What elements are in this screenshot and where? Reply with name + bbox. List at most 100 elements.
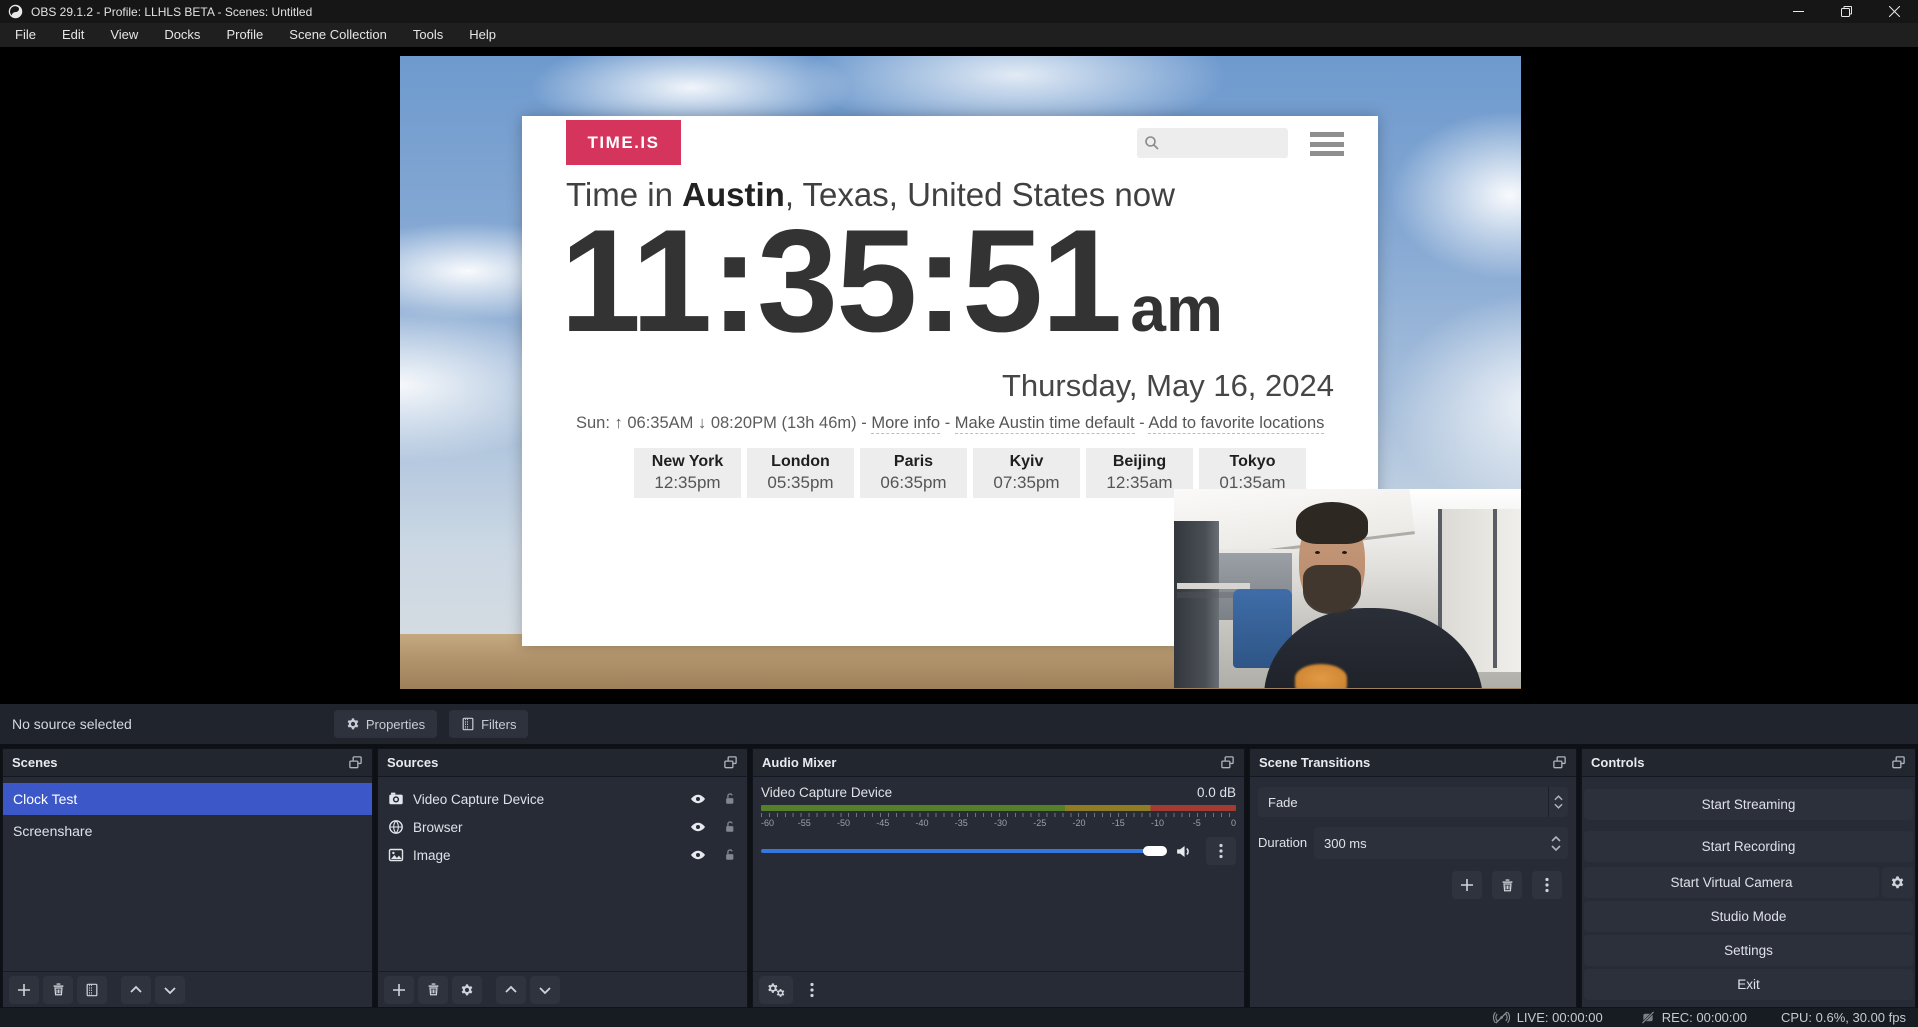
minimize-icon[interactable] [1774,0,1822,23]
source-properties-button[interactable] [452,976,482,1004]
restore-icon[interactable] [1822,0,1870,23]
webcam-person-eye [1315,551,1320,554]
scenes-header: Scenes [3,749,372,777]
exit-button[interactable]: Exit [1584,969,1913,1000]
menu-profile[interactable]: Profile [213,23,276,47]
filters-button[interactable]: Filters [449,710,528,738]
transition-properties-button[interactable] [1532,871,1562,899]
scene-item[interactable]: Screenshare [3,815,372,847]
add-favorite-link[interactable]: Add to favorite locations [1148,414,1324,434]
selection-status: No source selected [12,716,132,732]
trash-icon [426,982,441,997]
window-controls [1774,0,1918,23]
mixer-header: Audio Mixer [753,749,1244,777]
city-tile[interactable]: Paris06:35pm [860,448,967,498]
menu-scene-collection[interactable]: Scene Collection [276,23,400,47]
webcam-foreground-object [1295,664,1347,688]
remove-scene-button[interactable] [43,976,73,1004]
chevron-up-icon [129,983,143,997]
source-down-button[interactable] [530,976,560,1004]
start-streaming-button[interactable]: Start Streaming [1584,789,1913,820]
advanced-audio-button[interactable] [759,976,793,1004]
settings-button[interactable]: Settings [1584,935,1913,966]
menu-tools[interactable]: Tools [400,23,456,47]
unlock-icon[interactable] [723,792,737,806]
transition-select-arrows[interactable] [1548,787,1568,817]
gear-icon [460,983,474,997]
webcam-window-frame [1493,509,1497,668]
scene-up-button[interactable] [121,976,151,1004]
menu-edit[interactable]: Edit [49,23,97,47]
add-transition-button[interactable] [1452,871,1482,899]
speaker-icon[interactable] [1175,843,1192,860]
source-up-button[interactable] [496,976,526,1004]
more-info-link[interactable]: More info [871,414,940,434]
close-icon[interactable] [1870,0,1918,23]
webcam-overlay[interactable] [1174,489,1521,688]
mixer-menu-button[interactable] [797,976,827,1004]
meter-scale: -60-55-50-45-40-35-30-25-20-15-10-50 [761,818,1236,828]
controls-header: Controls [1582,749,1915,777]
properties-button[interactable]: Properties [334,710,437,738]
transition-select[interactable]: Fade [1258,787,1568,817]
volume-meter [761,805,1236,811]
city-tile[interactable]: Kyiv07:35pm [973,448,1080,498]
program-video: TIME.IS Time in Austin, Texas, United St… [400,56,1521,689]
scene-filters-button[interactable] [77,976,107,1004]
source-item[interactable]: Video Capture Device [378,785,747,813]
popout-icon[interactable] [1552,755,1567,770]
sources-header: Sources [378,749,747,777]
menu-file[interactable]: File [2,23,49,47]
volume-slider-handle[interactable] [1143,846,1167,856]
popout-icon[interactable] [348,755,363,770]
timeis-clock: 11:35:51 am [560,204,1223,357]
cpu-fps-status: CPU: 0.6%, 30.00 fps [1781,1010,1906,1025]
remove-transition-button[interactable] [1492,871,1522,899]
eye-icon[interactable] [690,847,706,863]
filters-icon [461,717,475,731]
mixer-options-button[interactable] [1206,837,1236,865]
scene-list: Clock Test Screenshare [3,777,372,847]
search-input[interactable] [1137,128,1288,158]
add-scene-button[interactable] [9,976,39,1004]
eye-icon[interactable] [690,791,706,807]
timeis-logo: TIME.IS [566,120,681,165]
popout-icon[interactable] [723,755,738,770]
source-item[interactable]: Browser [378,813,747,841]
city-tile[interactable]: New York12:35pm [634,448,741,498]
unlock-icon[interactable] [723,848,737,862]
start-recording-button[interactable]: Start Recording [1584,831,1913,862]
obs-window: OBS 29.1.2 - Profile: LLHLS BETA - Scene… [0,0,1918,1027]
virtual-camera-settings-button[interactable] [1882,867,1913,898]
scene-down-button[interactable] [155,976,185,1004]
obs-logo-icon [8,4,23,19]
gears-icon [767,982,785,997]
popout-icon[interactable] [1891,755,1906,770]
menu-docks[interactable]: Docks [151,23,213,47]
menu-view[interactable]: View [97,23,151,47]
volume-slider[interactable] [761,849,1165,853]
sun-info-line: Sun: ↑ 06:35AM ↓ 08:20PM (13h 46m) - Mor… [576,414,1324,433]
hamburger-icon[interactable] [1310,132,1344,156]
eye-icon[interactable] [690,819,706,835]
scenes-footer [3,971,372,1007]
unlock-icon[interactable] [723,820,737,834]
source-item[interactable]: Image [378,841,747,869]
add-source-button[interactable] [384,976,414,1004]
city-tile[interactable]: London05:35pm [747,448,854,498]
duration-input[interactable]: 300 ms [1314,827,1568,859]
remove-source-button[interactable] [418,976,448,1004]
start-virtual-camera-button[interactable]: Start Virtual Camera [1584,867,1879,898]
preview-canvas[interactable]: TIME.IS Time in Austin, Texas, United St… [0,47,1918,704]
scene-item[interactable]: Clock Test [3,783,372,815]
meter-tickmarks [761,813,1236,817]
duration-spinner[interactable] [1544,836,1568,851]
popout-icon[interactable] [1220,755,1235,770]
menu-help[interactable]: Help [456,23,509,47]
studio-mode-button[interactable]: Studio Mode [1584,901,1913,932]
rec-time: REC: 00:00:00 [1662,1010,1747,1025]
timeis-date: Thursday, May 16, 2024 [1002,368,1334,404]
webcam-person-eye [1342,551,1347,554]
make-default-link[interactable]: Make Austin time default [955,414,1135,434]
search-icon [1144,135,1160,151]
